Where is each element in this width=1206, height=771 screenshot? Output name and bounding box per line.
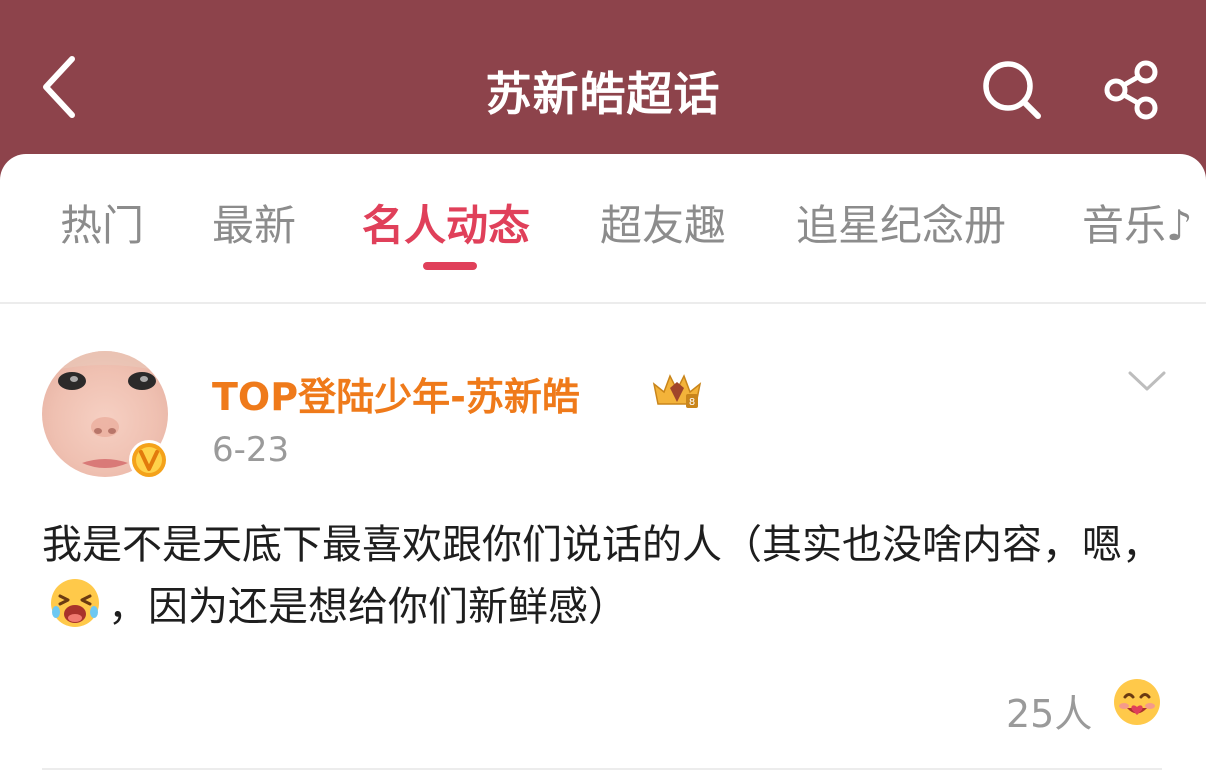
verified-v-badge-icon bbox=[129, 440, 169, 480]
crown-badge-icon: 8 bbox=[652, 374, 702, 408]
post-divider bbox=[42, 768, 1162, 770]
post-text-part2: ，因为还是想给你们新鲜感） bbox=[108, 584, 628, 630]
share-icon bbox=[1104, 60, 1158, 120]
content-sheet: 热门 最新 名人动态 超友趣 追星纪念册 音乐♪ TOP登陆少年-苏新皓 8 6… bbox=[0, 154, 1206, 771]
search-icon bbox=[983, 61, 1041, 119]
tab-star-album[interactable]: 追星纪念册 bbox=[796, 192, 1006, 253]
post-date: 6-23 bbox=[212, 430, 290, 470]
tab-fan-fun[interactable]: 超友趣 bbox=[600, 192, 726, 253]
chevron-down-icon bbox=[1128, 371, 1166, 391]
svg-text:8: 8 bbox=[689, 397, 695, 408]
post-more-button[interactable] bbox=[1124, 364, 1170, 398]
laughing-crying-emoji-icon bbox=[51, 579, 99, 627]
top-bar: 苏新皓超话 bbox=[0, 0, 1206, 180]
post-author-name[interactable]: TOP登陆少年-苏新皓 bbox=[212, 366, 580, 421]
tab-music[interactable]: 音乐♪ bbox=[1082, 192, 1193, 253]
share-button[interactable] bbox=[1096, 54, 1168, 126]
tab-bar: 热门 最新 名人动态 超友趣 追星纪念册 音乐♪ bbox=[0, 154, 1206, 304]
reaction-count[interactable]: 25人 bbox=[1006, 683, 1092, 738]
tab-latest[interactable]: 最新 bbox=[212, 192, 296, 253]
tab-celebrity-updates[interactable]: 名人动态 bbox=[362, 192, 530, 253]
post-card[interactable]: TOP登陆少年-苏新皓 8 6-23 我是不是天底下最喜欢跟你们说话的人（其实也… bbox=[0, 306, 1206, 771]
post-text: 我是不是天底下最喜欢跟你们说话的人（其实也没啥内容，嗯， ，因为还是想给你们新鲜… bbox=[42, 514, 1162, 638]
search-button[interactable] bbox=[976, 54, 1048, 126]
active-tab-indicator bbox=[423, 262, 477, 270]
tab-hot[interactable]: 热门 bbox=[60, 192, 144, 253]
post-text-part1: 我是不是天底下最喜欢跟你们说话的人（其实也没啥内容，嗯， bbox=[42, 522, 1162, 568]
love-emoji-icon[interactable] bbox=[1112, 677, 1162, 727]
